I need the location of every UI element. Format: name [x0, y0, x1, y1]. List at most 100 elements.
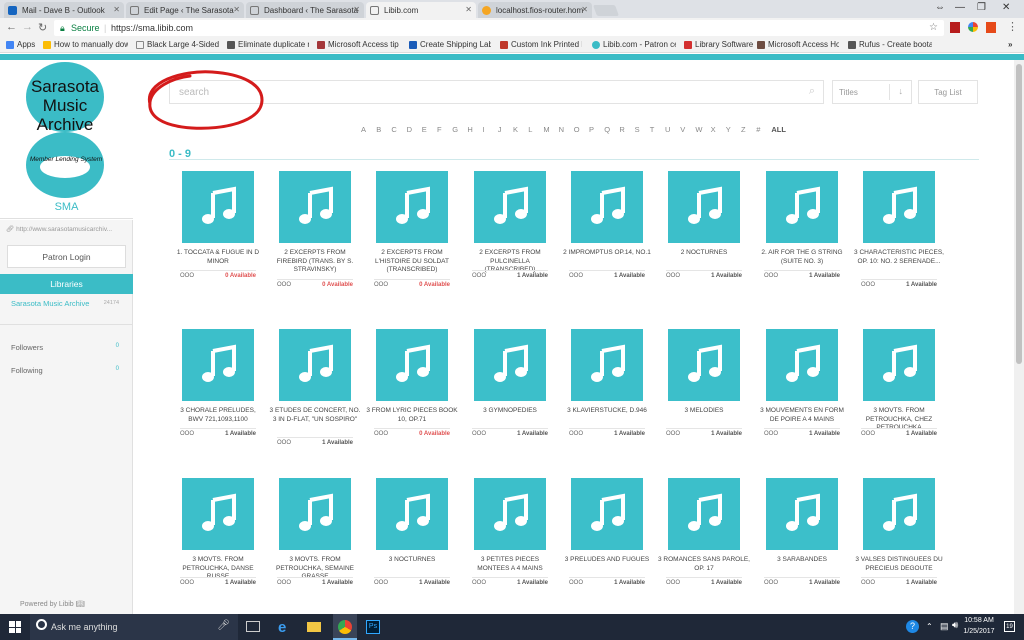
- more-bookmarks-icon[interactable]: »: [1008, 40, 1012, 49]
- alphabet-letter[interactable]: A: [361, 125, 366, 134]
- item-cover[interactable]: [182, 329, 254, 401]
- alphabet-letter[interactable]: W: [695, 125, 702, 134]
- photoshop-icon[interactable]: Ps: [366, 620, 380, 634]
- item-cover[interactable]: [863, 171, 935, 243]
- alphabet-letter[interactable]: L: [528, 125, 532, 134]
- restore-icon[interactable]: ❐: [977, 2, 986, 13]
- alphabet-letter[interactable]: Y: [726, 125, 731, 134]
- minimize-icon[interactable]: —: [955, 2, 965, 13]
- item-dots[interactable]: OOO: [277, 282, 291, 288]
- bookmark-star-icon[interactable]: ☆: [929, 22, 938, 33]
- item-cover[interactable]: [668, 329, 740, 401]
- bookmark-item[interactable]: Library Software: [684, 40, 753, 49]
- item-cover[interactable]: [376, 171, 448, 243]
- alphabet-letter[interactable]: X: [711, 125, 716, 134]
- alphabet-letter[interactable]: O: [574, 125, 580, 134]
- item-title[interactable]: 3 VALSES DISTINGUEES DU PRECIEUS DEGOUTE: [853, 556, 945, 573]
- alphabet-letter[interactable]: ALL: [771, 125, 786, 134]
- item-cover[interactable]: [571, 478, 643, 550]
- item-title[interactable]: 3 MOUVEMENTS EN FORM DE POIRE A 4 MAINS: [756, 407, 848, 424]
- taskbar-time[interactable]: 10:58 AM: [960, 617, 998, 624]
- alphabet-letter[interactable]: G: [452, 125, 458, 134]
- sort-select[interactable]: Titles ↓: [832, 80, 912, 104]
- item-title[interactable]: 2 NOCTURNES: [658, 249, 750, 258]
- notifications-icon[interactable]: 19: [1004, 621, 1015, 632]
- tab-close-icon[interactable]: ✕: [581, 5, 588, 14]
- item-dots[interactable]: OOO: [666, 431, 680, 437]
- alphabet-letter[interactable]: C: [391, 125, 396, 134]
- item-dots[interactable]: OOO: [374, 431, 388, 437]
- item-dots[interactable]: OOO: [666, 273, 680, 279]
- item-dots[interactable]: OOO: [861, 431, 875, 437]
- item-title[interactable]: 3 PETITES PIECES MONTEES A 4 MAINS: [464, 556, 556, 573]
- extension-icon[interactable]: [968, 22, 978, 32]
- search-icon[interactable]: ⌕: [809, 85, 815, 98]
- item-dots[interactable]: OOO: [764, 580, 778, 586]
- bookmark-item[interactable]: Black Large 4-Sided S: [136, 40, 220, 49]
- item-title[interactable]: 3 CHARACTERISTIC PIECES, OP. 10: NO. 2 S…: [853, 249, 945, 266]
- item-dots[interactable]: OOO: [374, 580, 388, 586]
- microphone-icon[interactable]: 🎤︎: [217, 620, 230, 631]
- item-dots[interactable]: OOO: [666, 580, 680, 586]
- profile-icon[interactable]: ⇔: [935, 2, 945, 13]
- bookmark-item[interactable]: Rufus - Create bootab: [848, 40, 932, 49]
- item-cover[interactable]: [668, 171, 740, 243]
- file-explorer-icon[interactable]: [307, 622, 321, 632]
- bookmark-item[interactable]: Eliminate duplicate re: [227, 40, 309, 49]
- item-dots[interactable]: OOO: [569, 580, 583, 586]
- omnibox[interactable]: 🔒︎ Secure | https://sma.libib.com ☆: [54, 20, 944, 36]
- item-title[interactable]: 3 FROM LYRIC PIECES BOOK 10, OP.71: [366, 407, 458, 424]
- patron-login-button[interactable]: Patron Login: [7, 245, 126, 268]
- alphabet-letter[interactable]: N: [559, 125, 564, 134]
- tag-list-button[interactable]: Tag List: [918, 80, 978, 104]
- sidebar-item-library[interactable]: Sarasota Music Archive 24174: [0, 296, 133, 312]
- sidebar-item-followers[interactable]: Followers 0: [0, 343, 133, 357]
- menu-icon[interactable]: ⋮: [1007, 20, 1018, 33]
- office-extension-icon[interactable]: [986, 22, 996, 33]
- edge-icon[interactable]: e: [278, 619, 286, 636]
- scrollbar-thumb[interactable]: [1016, 64, 1022, 364]
- alphabet-letter[interactable]: H: [467, 125, 472, 134]
- tab-close-icon[interactable]: ✕: [233, 5, 240, 14]
- close-window-icon[interactable]: ✕: [1002, 2, 1010, 13]
- item-cover[interactable]: [474, 329, 546, 401]
- alphabet-letter[interactable]: D: [407, 125, 412, 134]
- alphabet-letter[interactable]: F: [437, 125, 442, 134]
- item-dots[interactable]: OOO: [472, 431, 486, 437]
- website-link[interactable]: 🔗︎ http://www.sarasotamusicarchiv...: [6, 225, 130, 233]
- item-cover[interactable]: [571, 171, 643, 243]
- item-title[interactable]: 2 EXCERPTS FROM FIREBIRD (TRANS. BY S. S…: [269, 249, 361, 275]
- url-text[interactable]: https://sma.libib.com: [111, 23, 193, 33]
- item-title[interactable]: 1. TOCCATA & FUGUE IN D MINOR: [172, 249, 264, 266]
- item-cover[interactable]: [863, 329, 935, 401]
- item-dots[interactable]: OOO: [180, 580, 194, 586]
- tab-close-icon[interactable]: ✕: [353, 5, 360, 14]
- item-title[interactable]: 3 ETUDES DE CONCERT, NO. 3 IN D-FLAT, "U…: [269, 407, 361, 424]
- alphabet-letter[interactable]: E: [422, 125, 427, 134]
- back-icon[interactable]: ←: [6, 21, 17, 33]
- chrome-taskbar-button[interactable]: [333, 614, 357, 640]
- bookmark-apps[interactable]: Apps: [6, 40, 35, 49]
- alphabet-letter[interactable]: Z: [741, 125, 746, 134]
- alphabet-letter[interactable]: U: [665, 125, 670, 134]
- alphabet-letter[interactable]: S: [635, 125, 640, 134]
- item-title[interactable]: 3 KLAVIERSTUCKE, D.946: [561, 407, 653, 416]
- alphabet-letter[interactable]: P: [589, 125, 594, 134]
- item-dots[interactable]: OOO: [569, 431, 583, 437]
- item-cover[interactable]: [668, 478, 740, 550]
- item-dots[interactable]: OOO: [277, 580, 291, 586]
- alphabet-letter[interactable]: M: [543, 125, 549, 134]
- item-title[interactable]: 3 SARABANDES: [756, 556, 848, 565]
- alphabet-letter[interactable]: #: [756, 125, 760, 134]
- alphabet-letter[interactable]: J: [498, 125, 502, 134]
- help-icon[interactable]: ?: [906, 620, 919, 633]
- powered-by[interactable]: Powered by Libib 📖︎: [20, 600, 85, 608]
- task-view-icon[interactable]: [246, 621, 260, 632]
- item-title[interactable]: 2 EXCERPTS FROM L'HISTOIRE DU SOLDAT (TR…: [366, 249, 458, 275]
- item-cover[interactable]: [571, 329, 643, 401]
- page-scrollbar[interactable]: [1014, 60, 1024, 614]
- item-cover[interactable]: [182, 478, 254, 550]
- item-cover[interactable]: [182, 171, 254, 243]
- item-cover[interactable]: [474, 478, 546, 550]
- item-cover[interactable]: [766, 478, 838, 550]
